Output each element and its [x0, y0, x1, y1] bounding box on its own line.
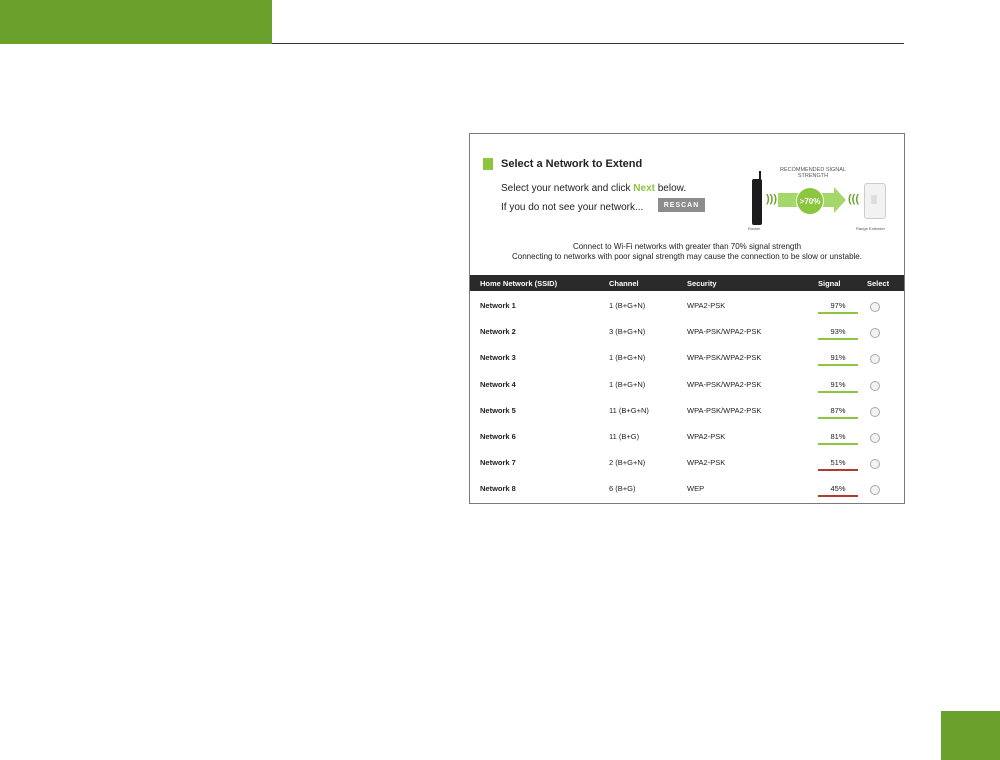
network-security: WPA2-PSK: [687, 432, 726, 441]
network-channel: 2 (B+G+N): [609, 458, 646, 468]
network-select-panel: Select a Network to Extend Select your n…: [469, 133, 905, 504]
network-select-radio[interactable]: [870, 459, 880, 470]
signal-strength-bar: [818, 443, 858, 445]
signal-strength-bar: [818, 469, 858, 472]
network-channel: 6 (B+G): [609, 484, 636, 494]
router-icon: [752, 179, 762, 225]
signal-strength-value: 93%: [830, 327, 846, 337]
arrow-head-icon: [834, 187, 846, 213]
network-security: WPA-PSK/WPA2-PSK: [687, 405, 762, 415]
signal-info-text: Connect to Wi-Fi networks with greater t…: [480, 242, 894, 262]
table-row[interactable]: Network 3 1 (B+G+N) WPA-PSK/WPA2-PSK 91%: [470, 345, 904, 371]
table-row[interactable]: Network 7 2 (B+G+N) WPA2-PSK 51%: [470, 450, 904, 476]
network-security: WPA2-PSK: [687, 458, 726, 468]
signal-info-line-2: Connecting to networks with poor signal …: [512, 252, 862, 261]
network-table-header: Home Network (SSID) Channel Security Sig…: [470, 275, 904, 291]
network-security: WEP: [687, 484, 705, 494]
table-row[interactable]: Network 6 11 (B+G) WPA2-PSK 81%: [470, 424, 904, 450]
instruction-suffix: below.: [654, 183, 687, 194]
network-channel: 1 (B+G+N): [609, 379, 646, 389]
section-title: Select a Network to Extend: [483, 158, 642, 170]
section-title-text: Select a Network to Extend: [501, 158, 643, 170]
next-keyword: Next: [633, 183, 655, 194]
network-ssid: Network 8: [480, 484, 516, 494]
network-select-radio[interactable]: [870, 485, 880, 496]
router-caption: Router: [748, 226, 761, 231]
network-security: WPA2-PSK: [687, 301, 726, 310]
signal-strength-bar: [818, 312, 858, 314]
signal-strength-bar: [818, 390, 858, 393]
signal-strength-value: 97%: [830, 301, 846, 310]
network-select-radio[interactable]: [870, 380, 880, 391]
rescan-button[interactable]: RESCAN: [658, 198, 705, 212]
signal-strength-value: 45%: [830, 484, 846, 494]
network-security: WPA-PSK/WPA2-PSK: [687, 379, 762, 389]
signal-strength-bar: [818, 338, 858, 341]
network-channel: 1 (B+G+N): [609, 353, 646, 363]
page-corner-tab: [941, 711, 1000, 760]
signal-strength-bar: [818, 416, 858, 419]
signal-strength-bar: [818, 364, 858, 367]
signal-strength-value: 81%: [830, 432, 846, 441]
recommended-signal-label: RECOMMENDED SIGNAL STRENGTH: [779, 167, 846, 179]
header-signal: Signal: [818, 279, 841, 288]
signal-strength-value: 91%: [830, 353, 846, 363]
network-channel: 3 (B+G+N): [609, 327, 646, 337]
header-channel: Channel: [609, 279, 639, 288]
signal-strength-value: 91%: [830, 379, 846, 389]
signal-strength-value: 87%: [830, 405, 846, 415]
network-channel: 11 (B+G+N): [609, 405, 649, 415]
network-ssid: Network 5: [480, 405, 516, 415]
instruction-text: Select your network and click Next below…: [501, 183, 686, 194]
signal-strength-value: 51%: [830, 458, 846, 468]
network-ssid: Network 6: [480, 432, 516, 441]
network-security: WPA-PSK/WPA2-PSK: [687, 327, 762, 337]
network-ssid: Network 2: [480, 327, 516, 337]
table-row[interactable]: Network 8 6 (B+G) WEP 45%: [470, 476, 904, 502]
header-ssid: Home Network (SSID): [480, 279, 558, 288]
signal-strength-illustration: RECOMMENDED SIGNAL STRENGTH ))) >70% (((…: [740, 167, 900, 237]
header-divider: [272, 43, 904, 44]
signal-info-line-1: Connect to Wi-Fi networks with greater t…: [572, 242, 802, 251]
instruction-prefix: Select your network and click: [501, 183, 634, 194]
header-security: Security: [687, 279, 717, 288]
network-select-radio[interactable]: [870, 433, 880, 443]
signal-waves-icon: ))): [766, 193, 777, 205]
extender-waves-icon: (((: [848, 193, 859, 205]
network-channel: 11 (B+G): [609, 432, 640, 441]
table-row[interactable]: Network 4 1 (B+G+N) WPA-PSK/WPA2-PSK 91%: [470, 372, 904, 398]
signal-strength-bar: [818, 495, 858, 498]
network-ssid: Network 3: [480, 353, 516, 363]
network-select-radio[interactable]: [870, 406, 880, 417]
rescan-hint: If you do not see your network...: [501, 202, 644, 213]
page-header-tab: [0, 0, 272, 44]
table-row[interactable]: Network 1 1 (B+G+N) WPA2-PSK 97%: [470, 293, 904, 319]
range-extender-icon: [864, 183, 886, 219]
network-select-radio[interactable]: [870, 328, 880, 339]
network-ssid: Network 7: [480, 458, 516, 468]
extender-caption: Range Extender: [856, 226, 885, 231]
threshold-badge: >70%: [796, 187, 824, 215]
title-marker-icon: [483, 158, 493, 170]
table-row[interactable]: Network 2 3 (B+G+N) WPA-PSK/WPA2-PSK 93%: [470, 319, 904, 345]
header-select: Select: [867, 279, 890, 288]
table-row[interactable]: Network 5 11 (B+G+N) WPA-PSK/WPA2-PSK 87%: [470, 398, 904, 424]
network-ssid: Network 4: [480, 379, 516, 389]
network-select-radio[interactable]: [870, 354, 880, 365]
network-channel: 1 (B+G+N): [609, 301, 646, 310]
network-select-radio[interactable]: [870, 302, 880, 312]
network-security: WPA-PSK/WPA2-PSK: [687, 353, 762, 363]
network-ssid: Network 1: [480, 301, 516, 310]
